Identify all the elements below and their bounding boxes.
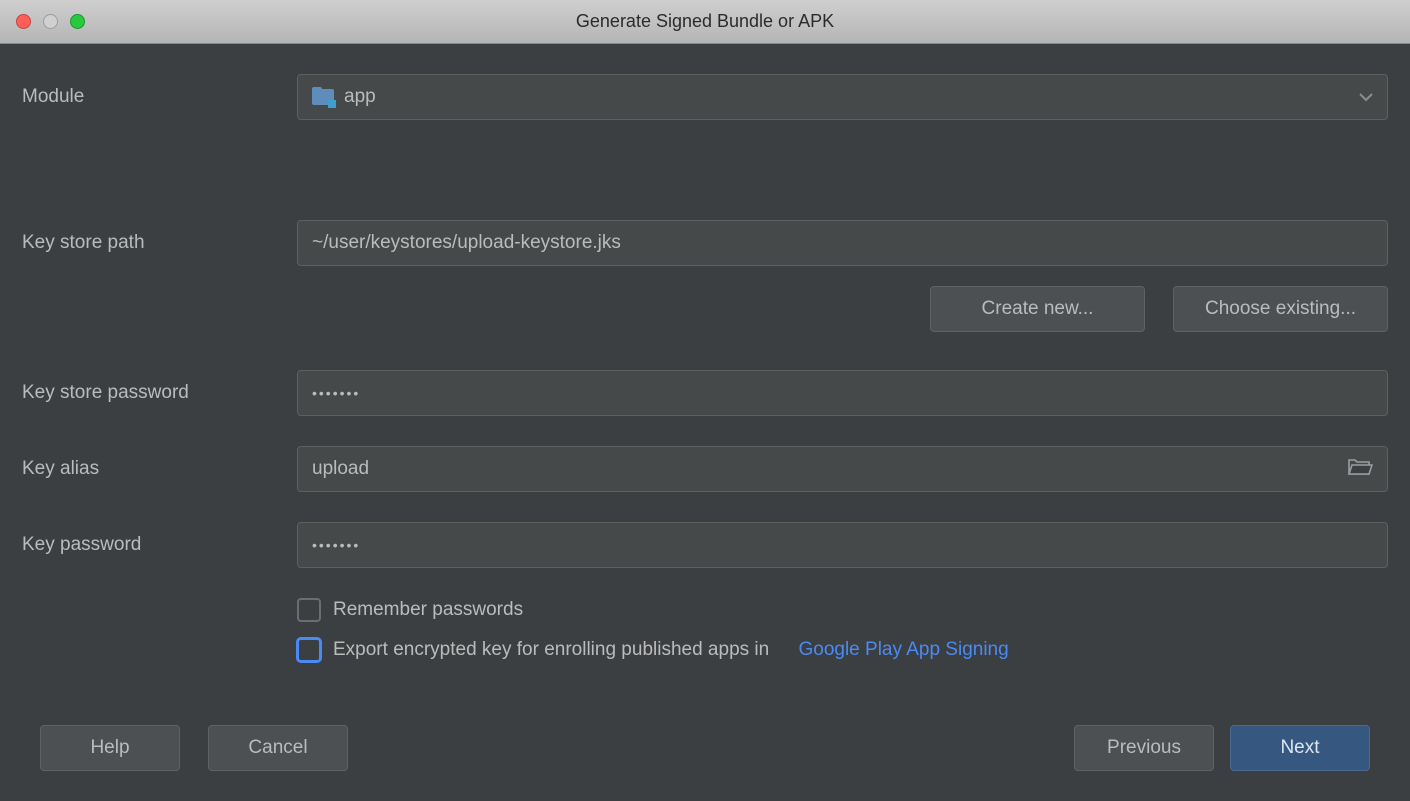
next-button[interactable]: Next — [1230, 725, 1370, 771]
checkboxes-row: Remember passwords Export encrypted key … — [22, 598, 1388, 678]
previous-button[interactable]: Previous — [1074, 725, 1214, 771]
remember-passwords-checkbox[interactable] — [297, 598, 321, 622]
chevron-down-icon — [1359, 86, 1373, 108]
create-new-button[interactable]: Create new... — [930, 286, 1145, 332]
module-folder-icon — [312, 87, 334, 107]
keystore-password-mask: ••••••• — [312, 385, 360, 401]
export-key-checkbox[interactable] — [297, 638, 321, 662]
zoom-window-button[interactable] — [70, 14, 85, 29]
choose-existing-button[interactable]: Choose existing... — [1173, 286, 1388, 332]
key-password-row: Key password ••••••• — [22, 522, 1388, 568]
module-value: app — [344, 86, 376, 108]
key-alias-label: Key alias — [22, 458, 297, 480]
cancel-button[interactable]: Cancel — [208, 725, 348, 771]
keystore-path-label: Key store path — [22, 232, 297, 254]
key-password-label: Key password — [22, 534, 297, 556]
minimize-window-button[interactable] — [43, 14, 58, 29]
module-label: Module — [22, 86, 297, 108]
keystore-buttons-row: Create new... Choose existing... — [22, 286, 1388, 332]
key-alias-row: Key alias upload — [22, 446, 1388, 492]
key-alias-value: upload — [312, 458, 369, 480]
module-dropdown[interactable]: app — [297, 74, 1388, 120]
keystore-password-label: Key store password — [22, 382, 297, 404]
export-key-label: Export encrypted key for enrolling publi… — [333, 639, 769, 661]
key-alias-input[interactable]: upload — [297, 446, 1388, 492]
keystore-path-row: Key store path — [22, 220, 1388, 266]
key-password-mask: ••••••• — [312, 537, 360, 553]
remember-passwords-label: Remember passwords — [333, 599, 523, 621]
export-key-line: Export encrypted key for enrolling publi… — [297, 638, 1388, 662]
module-row: Module app — [22, 74, 1388, 120]
open-folder-icon[interactable] — [1347, 456, 1373, 482]
google-play-app-signing-link[interactable]: Google Play App Signing — [798, 639, 1008, 661]
dialog-footer: Help Cancel Previous Next — [0, 725, 1410, 801]
help-button[interactable]: Help — [40, 725, 180, 771]
close-window-button[interactable] — [16, 14, 31, 29]
remember-passwords-line: Remember passwords — [297, 598, 1388, 622]
window-title: Generate Signed Bundle or APK — [0, 11, 1410, 32]
key-password-input[interactable]: ••••••• — [297, 522, 1388, 568]
keystore-password-input[interactable]: ••••••• — [297, 370, 1388, 416]
keystore-password-row: Key store password ••••••• — [22, 370, 1388, 416]
keystore-path-input[interactable] — [297, 220, 1388, 266]
window-controls — [16, 14, 85, 29]
title-bar: Generate Signed Bundle or APK — [0, 0, 1410, 44]
